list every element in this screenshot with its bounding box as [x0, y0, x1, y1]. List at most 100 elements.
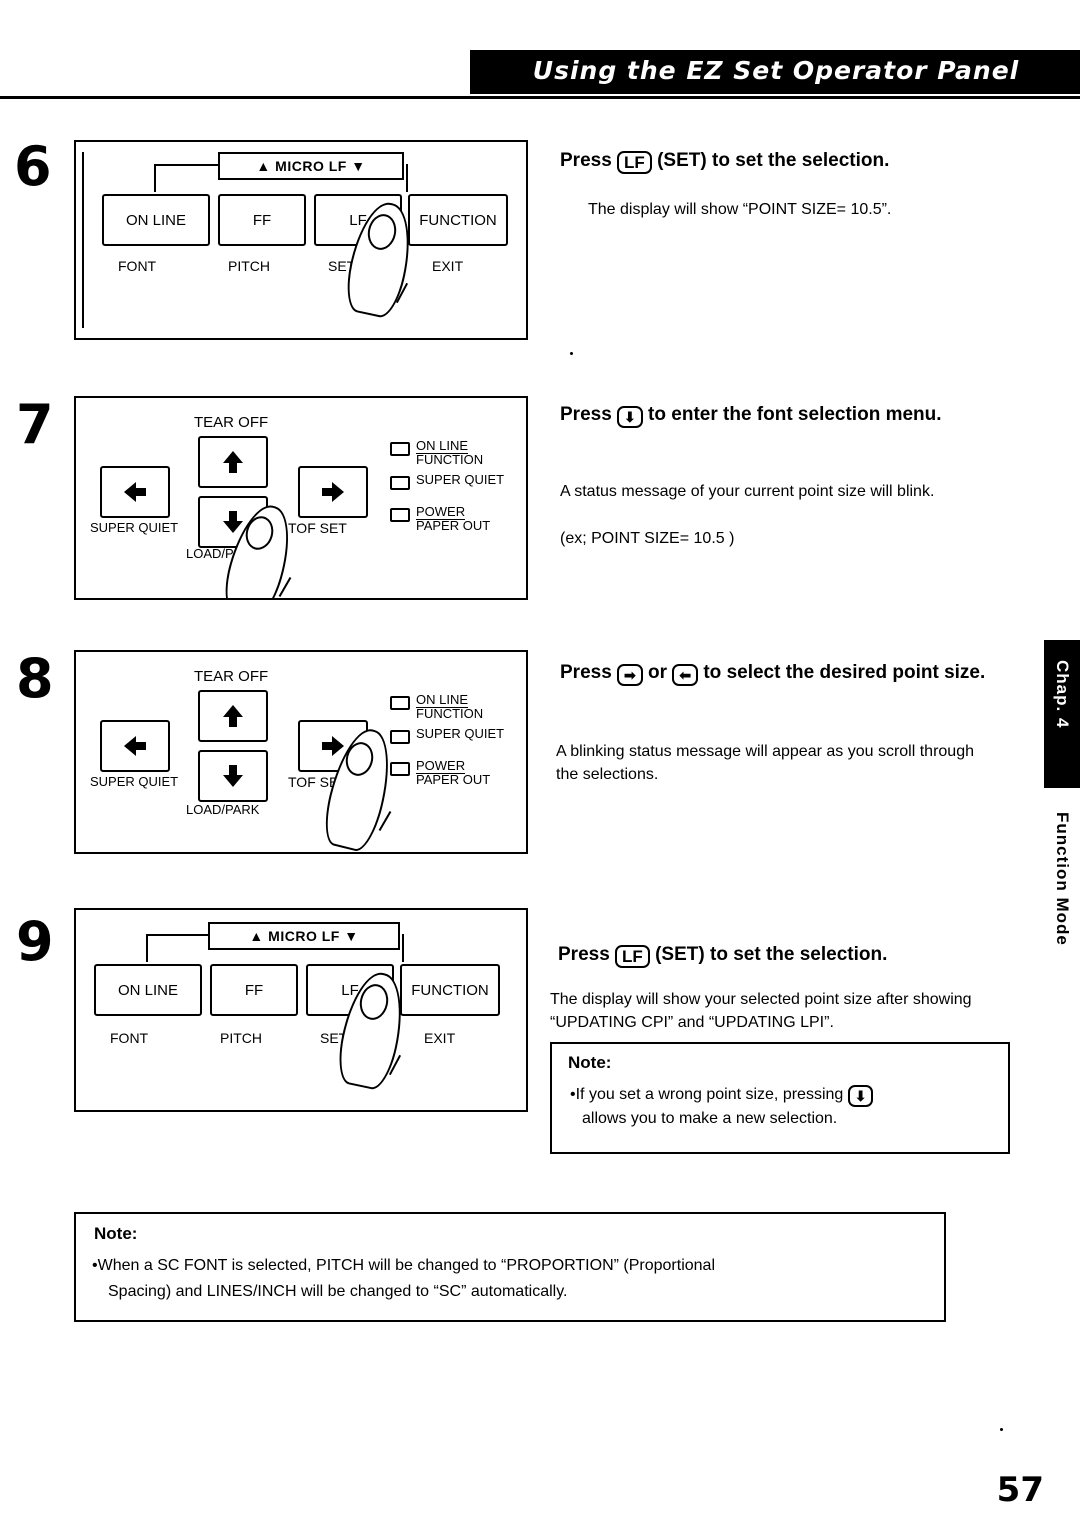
led-label-function-8: FUNCTION: [416, 706, 484, 721]
instruction-body-9: The display will show your selected poin…: [550, 991, 972, 1032]
step-number-7: 7: [16, 393, 54, 456]
illustration-step-9: ▲ MICRO LF ▼ ON LINE FF LF FUNCTION FONT…: [74, 908, 528, 1112]
instr9-pre: Press: [558, 944, 616, 965]
instr6-pre: Press: [560, 150, 618, 171]
button-ff: FF: [218, 194, 306, 246]
instruction-body-7: A status message of your current point s…: [560, 483, 935, 500]
instruction-heading-9: Press LF (SET) to set the selection.: [558, 942, 998, 968]
page-artifact-dot-2: [1000, 1428, 1003, 1431]
bracket-line-horizontal: [154, 164, 218, 166]
note-bottom-line2: Spacing) and LINES/INCH will be changed …: [108, 1283, 568, 1300]
instruction-body-6: The display will show “POINT SIZE= 10.5”…: [588, 201, 892, 218]
label-super-quiet-8: SUPER QUIET: [90, 774, 179, 789]
arrow-right-icon-8: [322, 736, 344, 756]
arrow-left-icon-8: [124, 736, 146, 756]
button-down-arrow-8: [198, 750, 268, 802]
button-left-arrow-8: [100, 720, 170, 772]
button-up-arrow-7: [198, 436, 268, 488]
button-right-arrow-7: [298, 466, 368, 518]
note-right-title: Note:: [568, 1053, 612, 1072]
instr6-post: (SET) to set the selection.: [651, 150, 890, 171]
led-super-quiet-7: [390, 476, 410, 490]
arrow-up-icon: [223, 451, 243, 473]
bracket-line-horizontal-9: [146, 934, 208, 936]
key-down-arrow-icon-note: ⬇: [847, 1085, 874, 1107]
illustration-step-7: TEAR OFF SUPER QUIET TOF SET LOAD/PARK O…: [74, 396, 528, 600]
label-super-quiet-7: SUPER QUIET: [90, 520, 179, 535]
illustration-step-6: ▲ MICRO LF ▼ ON LINE FF LF FUNCTION FONT…: [74, 140, 528, 340]
page-header: Using the EZ Set Operator Panel: [0, 0, 1080, 96]
note-right-pre: •If you set a wrong point size, pressing: [570, 1086, 848, 1103]
note-bottom-line1: •When a SC FONT is selected, PITCH will …: [92, 1257, 715, 1274]
sublabel-font-9: FONT: [110, 1030, 149, 1046]
note-right-text: •If you set a wrong point size, pressing…: [570, 1083, 1000, 1131]
note-right-post: allows you to make a new selection.: [582, 1110, 838, 1127]
micro-lf-display-9: ▲ MICRO LF ▼: [208, 922, 400, 950]
instr9-post: (SET) to set the selection.: [649, 944, 888, 965]
header-divider: [0, 96, 1080, 99]
note-bottom-title: Note:: [94, 1224, 138, 1243]
sublabel-font: FONT: [118, 258, 157, 274]
key-down-arrow-icon: ⬇: [617, 406, 643, 428]
panel-left-edge: [82, 152, 84, 328]
instr8-mid: or: [642, 662, 673, 683]
bracket-line-vertical-9: [146, 934, 148, 962]
sublabel-pitch: PITCH: [228, 258, 270, 274]
led-super-quiet-8: [390, 730, 410, 744]
button-up-arrow-8: [198, 690, 268, 742]
label-tof-set-7: TOF SET: [288, 520, 347, 536]
instr8-post: to select the desired point size.: [698, 662, 986, 683]
key-right-arrow-icon: ➡: [617, 664, 643, 686]
sublabel-exit: EXIT: [432, 258, 464, 274]
led-power-7: [390, 508, 410, 522]
key-lf-icon-9: LF: [615, 945, 650, 968]
arrow-left-icon: [124, 482, 146, 502]
led-label-super-quiet-7: SUPER QUIET: [416, 472, 505, 487]
step-number-9: 9: [16, 910, 54, 973]
led-power-8: [390, 762, 410, 776]
led-label-paper-out-7: PAPER OUT: [416, 518, 491, 533]
label-tear-off-8: TEAR OFF: [194, 668, 269, 685]
button-ff-9: FF: [210, 964, 298, 1016]
led-label-paper-out-8: PAPER OUT: [416, 772, 491, 787]
label-tear-off-7: TEAR OFF: [194, 414, 269, 431]
led-label-function-7: FUNCTION: [416, 452, 484, 467]
arrow-down-icon-8: [223, 765, 243, 787]
illustration-step-8: TEAR OFF SUPER QUIET TOF SET LOAD/PARK O…: [74, 650, 528, 854]
instruction-heading-7: Press ⬇ to enter the font selection menu…: [560, 402, 1010, 428]
button-on-line-9: ON LINE: [94, 964, 202, 1016]
label-load-park-8: LOAD/PARK: [186, 802, 260, 817]
instr7-pre: Press: [560, 404, 618, 425]
instr7-post: to enter the font selection menu.: [642, 404, 942, 425]
side-tab-chapter-label: Chap. 4: [1053, 660, 1072, 729]
micro-lf-display: ▲ MICRO LF ▼: [218, 152, 404, 180]
led-on-line-8: [390, 696, 410, 710]
sublabel-pitch-9: PITCH: [220, 1030, 262, 1046]
sublabel-exit-9: EXIT: [424, 1030, 456, 1046]
page-number: 57: [996, 1470, 1044, 1510]
page-artifact-dot: [570, 352, 573, 355]
arrow-up-icon-8: [223, 705, 243, 727]
bracket-line-vertical-right-9: [402, 934, 404, 962]
bracket-line-vertical-right: [406, 164, 408, 192]
instr8-pre: Press: [560, 662, 618, 683]
finger-detail-line-8: [378, 810, 392, 832]
side-tab-section-label: Function Mode: [1053, 812, 1072, 946]
button-on-line: ON LINE: [102, 194, 210, 246]
arrow-right-icon: [322, 482, 344, 502]
page-title: Using the EZ Set Operator Panel: [532, 56, 1020, 85]
button-left-arrow-7: [100, 466, 170, 518]
instruction-heading-8: Press ➡ or ⬅ to select the desired point…: [560, 660, 1005, 686]
key-left-arrow-icon: ⬅: [672, 664, 699, 686]
button-function: FUNCTION: [408, 194, 508, 246]
button-function-9: FUNCTION: [400, 964, 500, 1016]
instruction-body-8: A blinking status message will appear as…: [556, 743, 974, 784]
arrow-down-icon: [223, 511, 243, 533]
led-label-super-quiet-8: SUPER QUIET: [416, 726, 505, 741]
step-number-6: 6: [14, 135, 52, 198]
led-on-line-7: [390, 442, 410, 456]
instruction-heading-6: Press LF (SET) to set the selection.: [560, 148, 1000, 174]
bracket-line-vertical: [154, 164, 156, 192]
key-lf-icon: LF: [617, 151, 652, 174]
instruction-body-7b: (ex; POINT SIZE= 10.5 ): [560, 530, 735, 547]
